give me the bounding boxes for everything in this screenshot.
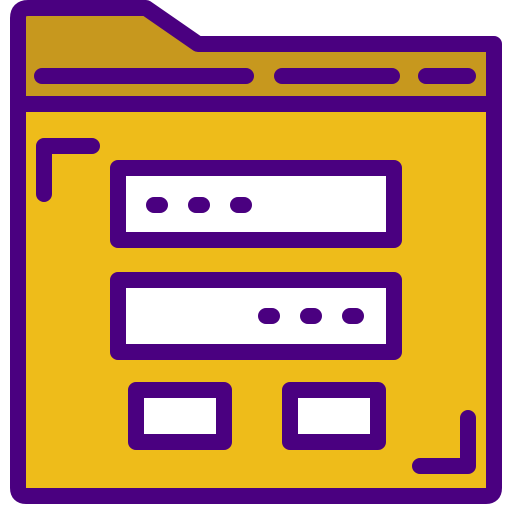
right-button <box>282 382 386 450</box>
login-form-folder-icon <box>0 0 512 512</box>
left-button <box>128 382 232 450</box>
login-form-folder-illustration <box>10 0 502 504</box>
folder-header <box>10 0 502 112</box>
